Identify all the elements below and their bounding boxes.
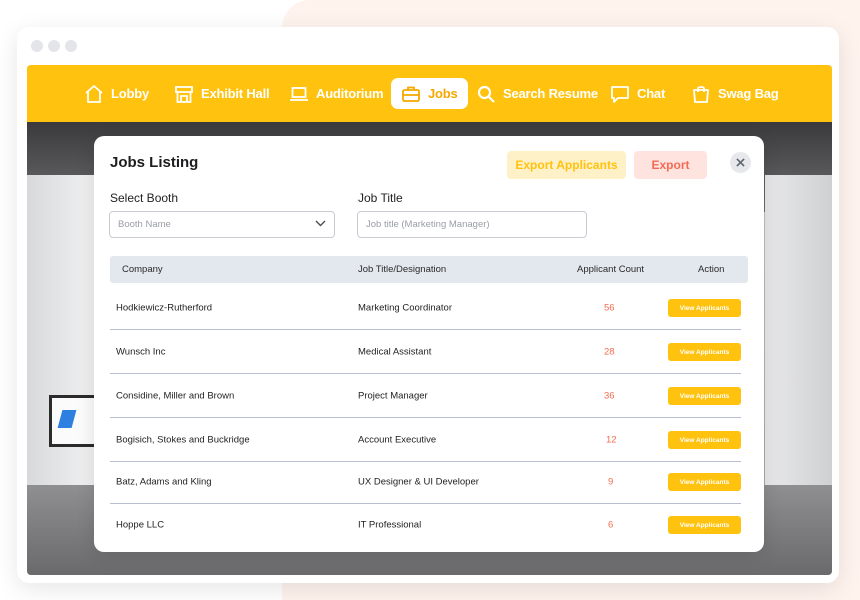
column-header-action: Action [698,264,725,275]
job-title-cell: Account Executive [358,434,437,446]
nav-item-exhibit-hall[interactable]: Exhibit Hall [174,78,270,109]
window-dot [48,40,60,52]
job-title-field[interactable] [357,211,587,238]
view-applicants-button[interactable]: View Applicants [668,343,741,361]
nav-label: Chat [637,86,666,101]
nav-item-jobs[interactable]: Jobs [391,78,468,109]
table-row: Hodkiewicz-Rutherford Marketing Coordina… [110,286,748,330]
applicant-count-cell: 56 [604,302,615,314]
company-cell: Considine, Miller and Brown [116,390,235,402]
nav-item-chat[interactable]: Chat [610,78,665,109]
company-cell: Hoppe LLC [116,519,165,531]
company-cell: Hodkiewicz-Rutherford [116,302,213,314]
table-row: Considine, Miller and Brown Project Mana… [110,374,748,418]
job-title-input[interactable] [366,219,578,230]
table-row: Hoppe LLC IT Professional 6 View Applica… [110,503,748,547]
close-button[interactable] [730,152,751,173]
column-header-company: Company [122,264,163,275]
nav-label: Swag Bag [718,86,779,101]
job-title-cell: IT Professional [358,519,422,531]
job-title-filter-label: Job Title [358,191,403,205]
company-cell: Bogisich, Stokes and Buckridge [116,434,250,446]
view-applicants-button[interactable]: View Applicants [668,431,741,449]
chat-icon [610,84,630,104]
export-button[interactable]: Export [634,151,707,179]
applicant-count-cell: 9 [608,476,614,488]
table-row: Wunsch Inc Medical Assistant 28 View App… [110,330,748,374]
export-applicants-button[interactable]: Export Applicants [507,151,626,179]
company-cell: Wunsch Inc [116,346,166,358]
nav-label: Search Resume [503,86,598,101]
table-header: Company Job Title/Designation Applicant … [110,256,748,283]
window-dot [65,40,77,52]
modal-title: Jobs Listing [110,154,199,171]
top-nav: Lobby Exhibit Hall Auditorium Jobs Searc… [27,65,832,122]
job-title-cell: Project Manager [358,390,428,402]
bag-icon [691,84,711,104]
view-applicants-button[interactable]: View Applicants [668,387,741,405]
nav-label: Jobs [428,86,458,101]
view-applicants-button[interactable]: View Applicants [668,299,741,317]
store-icon [174,84,194,104]
nav-item-search-resume[interactable]: Search Resume [476,78,598,109]
booth-select-placeholder: Booth Name [118,219,171,230]
window-controls [31,40,77,52]
nav-item-swag-bag[interactable]: Swag Bag [691,78,779,109]
applicant-count-cell: 36 [604,390,615,402]
nav-item-lobby[interactable]: Lobby [84,78,149,109]
nav-label: Auditorium [316,86,384,101]
table-row: Batz, Adams and Kling UX Designer & UI D… [110,460,748,504]
search-icon [476,84,496,104]
nav-item-auditorium[interactable]: Auditorium [289,78,384,109]
applicant-count-cell: 28 [604,346,615,358]
booth-filter-label: Select Booth [110,191,179,205]
applicant-count-cell: 6 [608,519,614,531]
close-icon [736,154,745,172]
home-icon [84,84,104,104]
column-header-job-title: Job Title/Designation [358,264,447,275]
job-title-cell: Marketing Coordinator [358,302,452,314]
window-dot [31,40,43,52]
column-header-applicant-count: Applicant Count [577,264,645,275]
booth-select[interactable]: Booth Name [109,211,335,238]
view-applicants-button[interactable]: View Applicants [668,516,741,534]
view-applicants-button[interactable]: View Applicants [668,473,741,491]
job-title-cell: Medical Assistant [358,346,432,358]
chevron-down-icon [315,219,326,230]
laptop-icon [289,84,309,104]
applicant-count-cell: 12 [606,434,617,446]
briefcase-icon [401,84,421,104]
nav-label: Lobby [111,86,149,101]
jobs-listing-modal: Jobs Listing Export Applicants Export Se… [94,136,764,552]
table-row: Bogisich, Stokes and Buckridge Account E… [110,418,748,462]
company-cell: Batz, Adams and Kling [116,476,212,488]
job-title-cell: UX Designer & UI Developer [358,476,479,488]
nav-label: Exhibit Hall [201,86,270,101]
